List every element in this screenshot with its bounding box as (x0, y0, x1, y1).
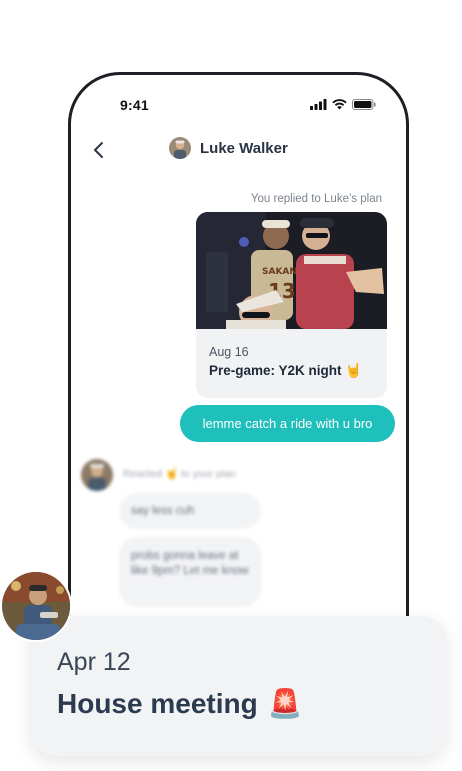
wifi-icon (332, 99, 347, 110)
reply-note: You replied to Luke’s plan (250, 193, 382, 205)
sent-message-bubble[interactable]: lemme catch a ride with u bro (180, 405, 395, 442)
plan-photo: SAKAN 13 (196, 212, 387, 329)
siren-emoji: 🚨 (267, 688, 303, 719)
contact-info[interactable]: Luke Walker (169, 137, 288, 159)
plan-overlay-title-row: House meeting 🚨 (57, 687, 303, 720)
status-time: 9:41 (120, 97, 149, 113)
received-message-bubble: probs gonna leave at like 9pm? Let me kn… (119, 537, 261, 607)
contact-name: Luke Walker (200, 139, 288, 157)
status-bar: 9:41 (71, 75, 406, 123)
plan-date: Aug 16 (209, 345, 249, 359)
avatar (0, 570, 72, 642)
plan-title: Pre-game: Y2K night 🤘 (209, 363, 363, 378)
plan-overlay-card[interactable]: Apr 12 House meeting 🚨 (30, 616, 447, 756)
chat-header: Luke Walker (71, 130, 406, 170)
cellular-signal-icon (310, 99, 327, 110)
back-button[interactable] (87, 138, 111, 162)
status-icons (310, 99, 376, 110)
plan-card[interactable]: SAKAN 13 Aug 16 Pre-game: Y2K night 🤘 (196, 212, 387, 398)
received-message-bubble: say less cuh (119, 493, 261, 529)
plan-overlay-date: Apr 12 (57, 648, 131, 676)
reacted-note: Reacted 🤘 to your plan (123, 468, 236, 480)
plan-overlay-title: House meeting (57, 687, 258, 719)
battery-icon (352, 99, 376, 110)
chevron-left-icon (94, 142, 103, 158)
avatar (169, 137, 191, 159)
svg-text:SAKAN: SAKAN (262, 267, 297, 277)
avatar (81, 459, 113, 491)
